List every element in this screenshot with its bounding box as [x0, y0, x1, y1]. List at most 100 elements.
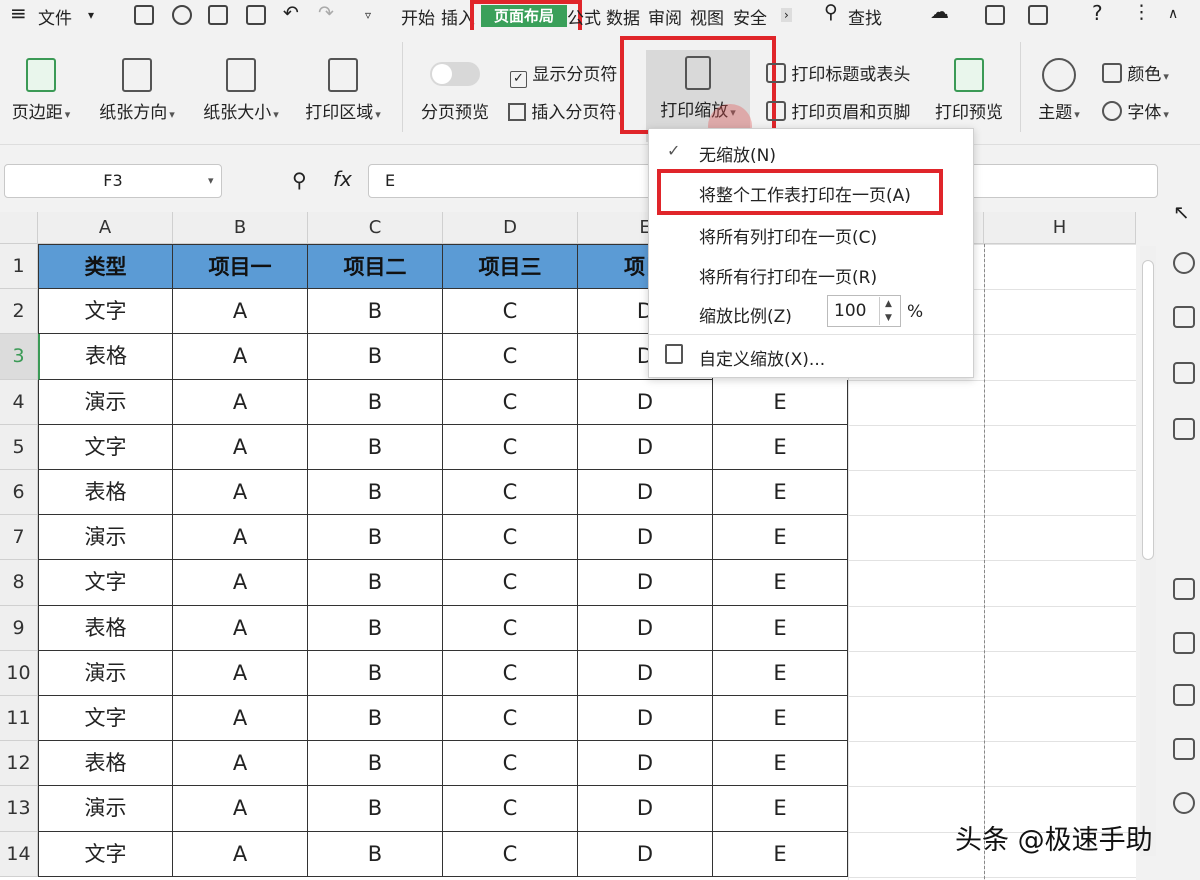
table-cell[interactable]: E — [713, 786, 848, 832]
table-cell[interactable]: B — [308, 650, 443, 696]
table-cell[interactable]: 文字 — [38, 424, 173, 470]
table-cell[interactable]: C — [443, 560, 578, 606]
fonts-button[interactable]: 字体 ▾ — [1102, 98, 1169, 123]
search-icon[interactable]: ⚲ — [824, 1, 838, 23]
table-cell[interactable]: A — [173, 560, 308, 606]
table-cell[interactable]: B — [308, 424, 443, 470]
show-page-breaks-checkbox[interactable]: ✓ 显示分页符 — [510, 60, 617, 88]
table-cell[interactable]: 文字 — [38, 289, 173, 335]
table-cell[interactable]: A — [173, 650, 308, 696]
shapes-icon[interactable] — [1173, 252, 1195, 274]
menu-item-fit-columns[interactable]: 将所有列打印在一页(C) — [699, 223, 877, 248]
tab-view[interactable]: 视图 — [690, 4, 724, 29]
col-header-b[interactable]: B — [173, 212, 308, 244]
collab-icon[interactable] — [1028, 5, 1048, 25]
table-cell[interactable]: 文字 — [38, 696, 173, 742]
toggle-switch[interactable] — [430, 62, 480, 86]
col-header-a[interactable]: A — [38, 212, 173, 244]
table-cell[interactable]: B — [308, 560, 443, 606]
margins-button[interactable]: 页边距 ▾ — [6, 58, 76, 123]
apps-icon[interactable] — [1173, 418, 1195, 440]
save-icon[interactable] — [134, 5, 154, 25]
tab-data[interactable]: 数据 — [606, 4, 640, 29]
table-cell[interactable]: 表格 — [38, 334, 173, 380]
table-cell[interactable]: A — [173, 696, 308, 742]
table-cell[interactable]: C — [443, 605, 578, 651]
table-cell[interactable]: B — [308, 741, 443, 787]
table-cell[interactable]: A — [173, 515, 308, 561]
table-cell[interactable]: E — [713, 515, 848, 561]
hamburger-icon[interactable]: ≡ — [10, 1, 27, 25]
fx-icon[interactable]: fx — [333, 167, 352, 191]
row-header-7[interactable]: 7 — [0, 515, 38, 561]
row-header-14[interactable]: 14 — [0, 831, 38, 877]
print-area-button[interactable]: 打印区域 ▾ — [298, 58, 388, 123]
row-header-5[interactable]: 5 — [0, 424, 38, 470]
pointer-icon[interactable]: ↖ — [1173, 200, 1195, 224]
name-box-chevron-icon[interactable]: ▾ — [208, 174, 214, 187]
theme-button[interactable]: 主题 ▾ — [1030, 58, 1088, 123]
table-cell[interactable]: A — [173, 424, 308, 470]
header-footer-button[interactable]: 打印页眉和页脚 — [766, 98, 910, 123]
table-cell[interactable]: C — [443, 470, 578, 516]
more-chevron-icon[interactable]: ▿ — [365, 8, 371, 22]
table-cell[interactable]: E — [713, 560, 848, 606]
table-cell[interactable]: E — [713, 605, 848, 651]
colors-button[interactable]: 颜色 ▾ — [1102, 60, 1169, 85]
archive-icon[interactable] — [1173, 684, 1195, 706]
row-header-6[interactable]: 6 — [0, 470, 38, 516]
page-break-preview-button[interactable]: 分页预览 — [416, 58, 494, 123]
table-cell[interactable]: C — [443, 650, 578, 696]
table-cell[interactable]: C — [443, 786, 578, 832]
print-icon[interactable] — [208, 5, 228, 25]
table-cell[interactable]: C — [443, 379, 578, 425]
table-cell[interactable]: C — [443, 334, 578, 380]
tab-review[interactable]: 审阅 — [648, 4, 682, 29]
table-cell[interactable]: A — [173, 786, 308, 832]
table-cell[interactable]: D — [578, 831, 713, 877]
table-cell[interactable]: A — [173, 605, 308, 651]
table-cell[interactable]: D — [578, 560, 713, 606]
header-cell[interactable]: 项目一 — [173, 244, 308, 290]
table-cell[interactable]: D — [578, 379, 713, 425]
table-cell[interactable]: D — [578, 424, 713, 470]
table-cell[interactable]: B — [308, 515, 443, 561]
table-cell[interactable]: D — [578, 605, 713, 651]
row-header-1[interactable]: 1 — [0, 244, 38, 290]
table-cell[interactable]: B — [308, 379, 443, 425]
share-icon[interactable] — [1173, 632, 1195, 654]
table-cell[interactable]: 演示 — [38, 379, 173, 425]
row-header-11[interactable]: 11 — [0, 696, 38, 742]
col-header-c[interactable]: C — [308, 212, 443, 244]
table-cell[interactable]: 演示 — [38, 650, 173, 696]
table-cell[interactable]: 表格 — [38, 470, 173, 516]
row-header-4[interactable]: 4 — [0, 379, 38, 425]
find-button[interactable]: 查找 — [848, 4, 882, 29]
table-cell[interactable]: E — [713, 470, 848, 516]
table-cell[interactable]: A — [173, 334, 308, 380]
table-cell[interactable]: E — [713, 741, 848, 787]
menu-item-fit-rows[interactable]: 将所有行打印在一页(R) — [699, 263, 877, 288]
table-cell[interactable]: E — [713, 379, 848, 425]
table-cell[interactable]: D — [578, 470, 713, 516]
table-cell[interactable]: C — [443, 515, 578, 561]
vertical-scrollbar[interactable] — [1140, 246, 1156, 856]
tab-formula[interactable]: 公式 — [567, 4, 601, 29]
table-cell[interactable]: 表格 — [38, 741, 173, 787]
table-cell[interactable]: D — [578, 741, 713, 787]
zoom-icon[interactable]: ⚲ — [292, 168, 307, 192]
share-icon[interactable] — [985, 5, 1005, 25]
select-all-corner[interactable] — [0, 212, 38, 244]
table-cell[interactable]: E — [713, 650, 848, 696]
scrollbar-thumb[interactable] — [1142, 260, 1154, 560]
table-cell[interactable]: 表格 — [38, 605, 173, 651]
table-cell[interactable]: 文字 — [38, 831, 173, 877]
header-cell[interactable]: 项目二 — [308, 244, 443, 290]
redo-icon[interactable]: ↷ — [318, 2, 334, 24]
table-cell[interactable]: 演示 — [38, 786, 173, 832]
table-cell[interactable]: C — [443, 289, 578, 335]
help-circle-icon[interactable] — [1173, 792, 1195, 814]
image-icon[interactable] — [1173, 578, 1195, 600]
row-header-12[interactable]: 12 — [0, 741, 38, 787]
paper-size-button[interactable]: 纸张大小 ▾ — [196, 58, 286, 123]
